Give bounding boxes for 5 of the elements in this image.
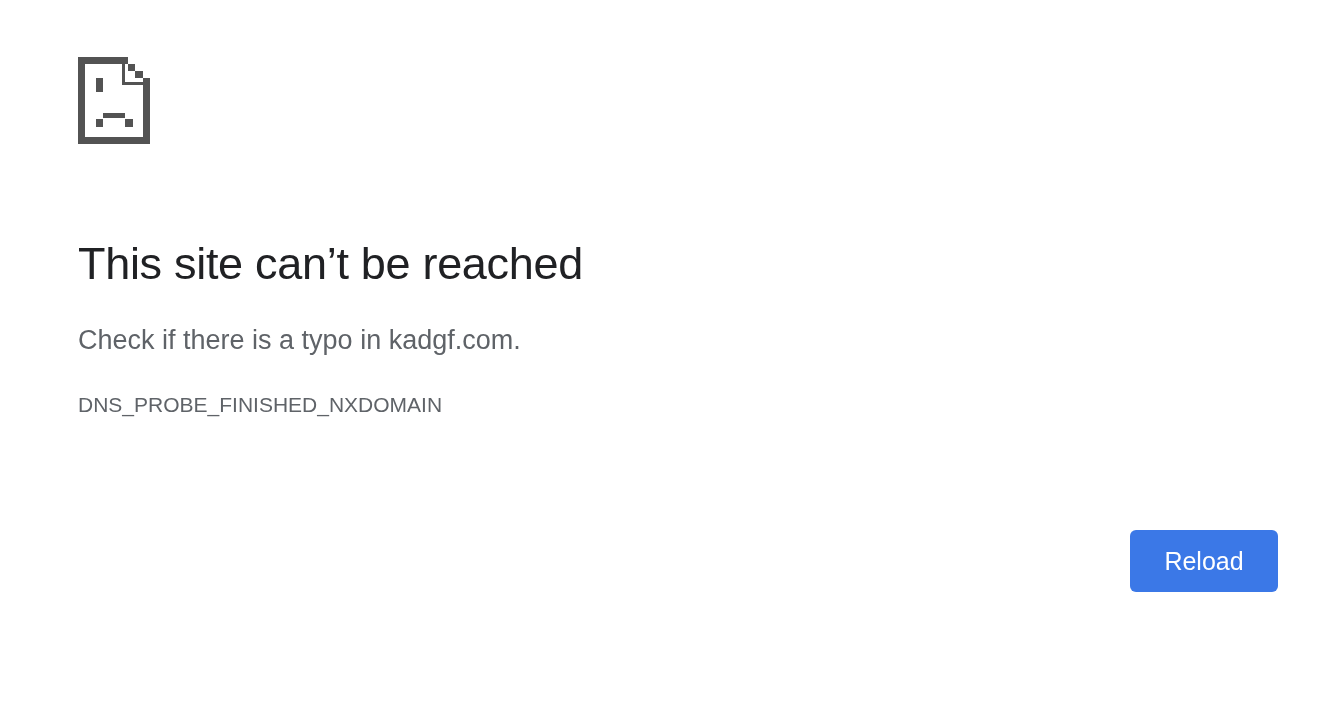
reload-button[interactable]: Reload [1130,530,1278,592]
error-heading: This site can’t be reached [78,237,584,291]
error-code: DNS_PROBE_FINISHED_NXDOMAIN [78,392,444,418]
error-message: Check if there is a typo in kadgf.com. [78,324,522,357]
sad-page-icon [78,57,150,144]
